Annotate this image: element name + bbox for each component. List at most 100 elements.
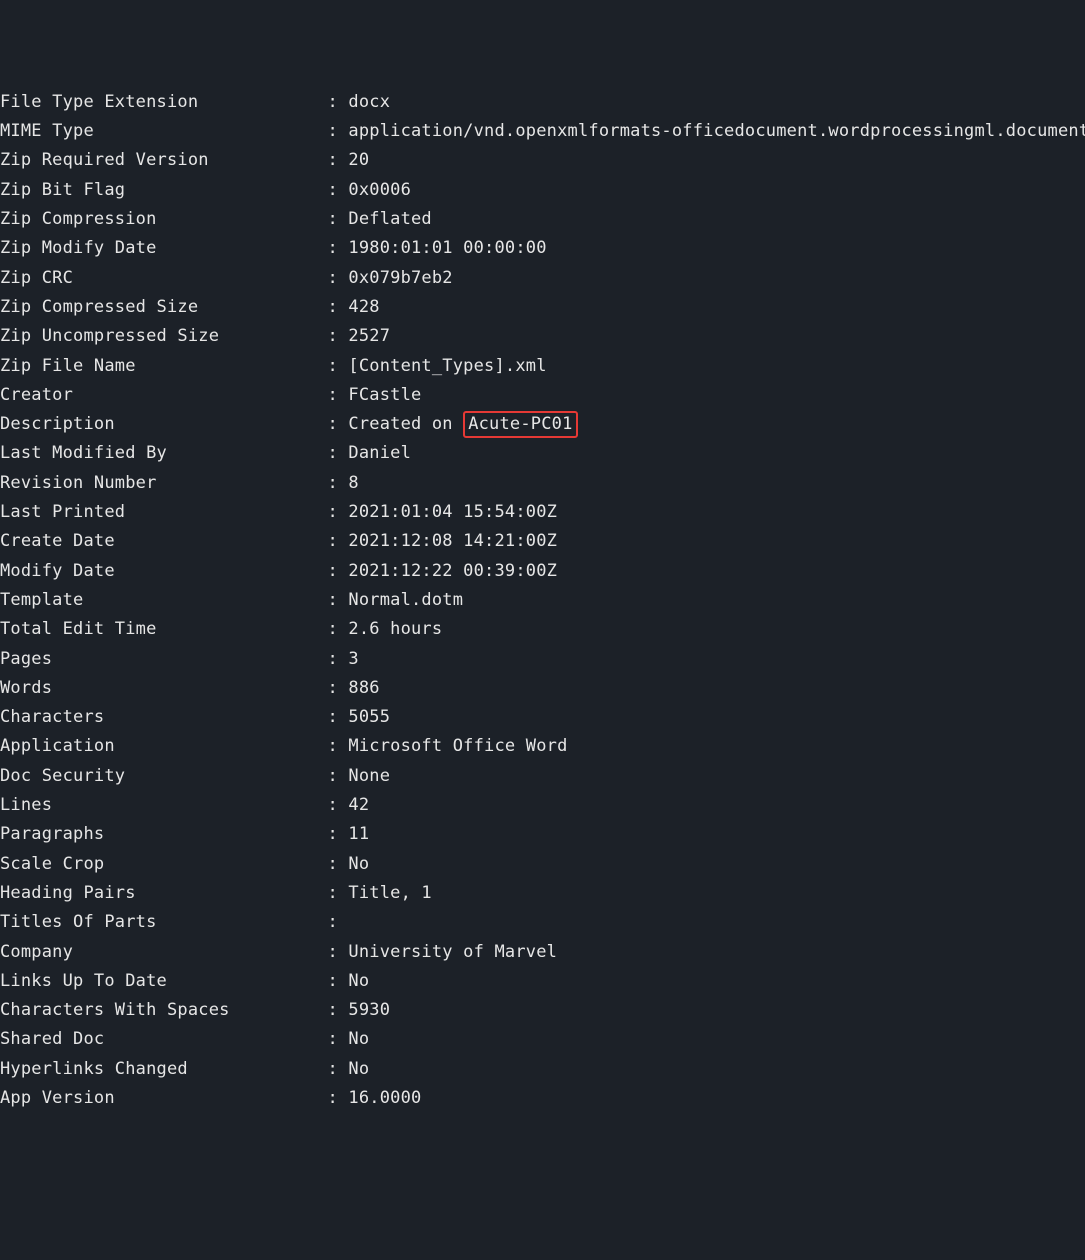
metadata-row: Heading Pairs: Title, 1 <box>0 879 1085 908</box>
metadata-row: Pages: 3 <box>0 645 1085 674</box>
metadata-row: Hyperlinks Changed: No <box>0 1055 1085 1084</box>
metadata-key: File Type Extension <box>0 88 328 117</box>
separator: : <box>328 209 349 229</box>
metadata-value: No <box>348 854 369 874</box>
separator: : <box>328 150 349 170</box>
metadata-value: 2021:01:04 15:54:00Z <box>348 502 557 522</box>
metadata-key: Lines <box>0 791 328 820</box>
metadata-row: Last Printed: 2021:01:04 15:54:00Z <box>0 498 1085 527</box>
metadata-value: 0x079b7eb2 <box>348 268 452 288</box>
metadata-row: Lines: 42 <box>0 791 1085 820</box>
metadata-row: Revision Number: 8 <box>0 469 1085 498</box>
metadata-value: 0x0006 <box>348 180 411 200</box>
metadata-value-prefix: Created on <box>348 414 463 434</box>
metadata-row: Titles Of Parts: <box>0 908 1085 937</box>
metadata-key: Zip Modify Date <box>0 234 328 263</box>
metadata-key: Doc Security <box>0 762 328 791</box>
metadata-key: Total Edit Time <box>0 615 328 644</box>
metadata-key: Creator <box>0 381 328 410</box>
metadata-row: Zip Required Version: 20 <box>0 146 1085 175</box>
metadata-key: Modify Date <box>0 557 328 586</box>
separator: : <box>328 443 349 463</box>
separator: : <box>328 238 349 258</box>
metadata-key: Words <box>0 674 328 703</box>
metadata-value: 20 <box>348 150 369 170</box>
metadata-row: Zip CRC: 0x079b7eb2 <box>0 264 1085 293</box>
metadata-key: Create Date <box>0 527 328 556</box>
metadata-key: Zip Required Version <box>0 146 328 175</box>
metadata-row: Zip Compressed Size: 428 <box>0 293 1085 322</box>
metadata-key: Heading Pairs <box>0 879 328 908</box>
metadata-key: Zip Compressed Size <box>0 293 328 322</box>
metadata-value: application/vnd.openxmlformats-officedoc… <box>348 121 1085 141</box>
metadata-key: Hyperlinks Changed <box>0 1055 328 1084</box>
separator: : <box>328 531 349 551</box>
metadata-row: Links Up To Date: No <box>0 967 1085 996</box>
metadata-key: Shared Doc <box>0 1025 328 1054</box>
separator: : <box>328 326 349 346</box>
metadata-key: Last Printed <box>0 498 328 527</box>
metadata-row: Application: Microsoft Office Word <box>0 732 1085 761</box>
separator: : <box>328 268 349 288</box>
separator: : <box>328 297 349 317</box>
metadata-row: App Version: 16.0000 <box>0 1084 1085 1113</box>
separator: : <box>328 1000 349 1020</box>
metadata-key: Zip File Name <box>0 352 328 381</box>
metadata-key: App Version <box>0 1084 328 1113</box>
separator: : <box>328 795 349 815</box>
metadata-key: Zip Bit Flag <box>0 176 328 205</box>
metadata-value: 8 <box>348 473 358 493</box>
metadata-key: Scale Crop <box>0 850 328 879</box>
separator: : <box>328 92 349 112</box>
separator: : <box>328 414 349 434</box>
metadata-key: Zip CRC <box>0 264 328 293</box>
metadata-value: 2021:12:08 14:21:00Z <box>348 531 557 551</box>
separator: : <box>328 707 349 727</box>
metadata-value: Normal.dotm <box>348 590 463 610</box>
metadata-key: Links Up To Date <box>0 967 328 996</box>
separator: : <box>328 590 349 610</box>
separator: : <box>328 356 349 376</box>
metadata-value: FCastle <box>348 385 421 405</box>
metadata-key: Application <box>0 732 328 761</box>
metadata-row: Scale Crop: No <box>0 850 1085 879</box>
separator: : <box>328 502 349 522</box>
metadata-row: Zip Compression: Deflated <box>0 205 1085 234</box>
separator: : <box>328 678 349 698</box>
metadata-value: None <box>348 766 390 786</box>
metadata-key: MIME Type <box>0 117 328 146</box>
metadata-row: Paragraphs: 11 <box>0 820 1085 849</box>
metadata-value: 11 <box>348 824 369 844</box>
metadata-row: Total Edit Time: 2.6 hours <box>0 615 1085 644</box>
metadata-key: Zip Compression <box>0 205 328 234</box>
metadata-key: Pages <box>0 645 328 674</box>
metadata-value: Daniel <box>348 443 411 463</box>
separator: : <box>328 883 349 903</box>
metadata-value: 1980:01:01 00:00:00 <box>348 238 546 258</box>
separator: : <box>328 824 349 844</box>
metadata-key: Last Modified By <box>0 439 328 468</box>
metadata-row: Zip Modify Date: 1980:01:01 00:00:00 <box>0 234 1085 263</box>
metadata-row: Zip Uncompressed Size: 2527 <box>0 322 1085 351</box>
metadata-row: File Type Extension: docx <box>0 88 1085 117</box>
metadata-value: 16.0000 <box>348 1088 421 1108</box>
metadata-value: 42 <box>348 795 369 815</box>
separator: : <box>328 766 349 786</box>
metadata-key: Description <box>0 410 328 439</box>
metadata-row: Template: Normal.dotm <box>0 586 1085 615</box>
metadata-value: University of Marvel <box>348 942 557 962</box>
metadata-key: Company <box>0 938 328 967</box>
metadata-row: Create Date: 2021:12:08 14:21:00Z <box>0 527 1085 556</box>
metadata-key: Zip Uncompressed Size <box>0 322 328 351</box>
separator: : <box>328 1029 349 1049</box>
separator: : <box>328 121 349 141</box>
separator: : <box>328 942 349 962</box>
separator: : <box>328 385 349 405</box>
metadata-row: Modify Date: 2021:12:22 00:39:00Z <box>0 557 1085 586</box>
metadata-row: Characters With Spaces: 5930 <box>0 996 1085 1025</box>
metadata-value: Microsoft Office Word <box>348 736 567 756</box>
metadata-value: 2021:12:22 00:39:00Z <box>348 561 557 581</box>
separator: : <box>328 619 349 639</box>
metadata-row: Company: University of Marvel <box>0 938 1085 967</box>
highlighted-value: Acute-PC01 <box>463 411 577 438</box>
